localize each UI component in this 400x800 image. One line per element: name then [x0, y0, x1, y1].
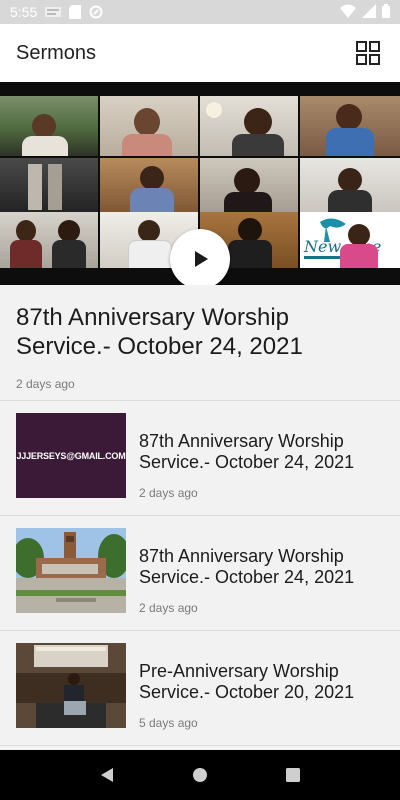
sd-card-icon	[69, 5, 82, 19]
sermon-date: 5 days ago	[139, 716, 198, 730]
svg-text:New: New	[303, 237, 341, 256]
sermon-title: 87th Anniversary Worship Service.- Octob…	[139, 431, 355, 472]
video-tile	[100, 96, 198, 156]
video-tile	[0, 158, 98, 214]
list-item[interactable]: Pre-Anniversary Worship Service.- Octobe…	[0, 631, 400, 746]
home-button[interactable]	[180, 755, 220, 795]
sermon-thumbnail: JJJERSEYS@GMAIL.COM	[16, 413, 126, 498]
video-tile	[200, 96, 298, 156]
notification-app-icon	[45, 6, 62, 18]
sermon-date: 2 days ago	[139, 601, 198, 615]
sermon-date: 2 days ago	[139, 486, 198, 500]
system-nav-bar	[0, 750, 400, 800]
featured-date: 2 days ago	[16, 377, 75, 391]
video-tile	[300, 158, 400, 214]
recents-icon	[286, 768, 301, 782]
status-left: 5:55	[10, 4, 103, 20]
video-tile	[100, 158, 198, 214]
home-icon	[192, 768, 207, 782]
status-right	[340, 3, 390, 21]
wifi-icon	[340, 4, 356, 21]
sermon-thumbnail	[16, 528, 126, 613]
sermon-title: 87th Anniversary Worship Service.- Octob…	[139, 546, 355, 587]
battery-icon	[382, 3, 390, 21]
video-tile	[0, 96, 98, 156]
pulpit-image	[16, 643, 126, 728]
recents-button[interactable]	[273, 755, 313, 795]
church-building-image	[16, 528, 126, 613]
signal-icon	[362, 3, 376, 21]
video-tile	[200, 158, 298, 214]
list-item[interactable]: 87th Anniversary Worship Service.- Octob…	[0, 516, 400, 631]
play-icon	[195, 251, 208, 267]
back-button[interactable]	[87, 755, 127, 795]
list-item[interactable]: JJJERSEYS@GMAIL.COM 87th Anniversary Wor…	[0, 401, 400, 516]
data-saver-icon	[89, 5, 103, 19]
app-bar: Sermons	[0, 24, 400, 82]
status-time: 5:55	[10, 4, 38, 20]
sermon-title: Pre-Anniversary Worship Service.- Octobe…	[139, 661, 355, 702]
page-title: Sermons	[16, 41, 97, 64]
featured-sermon-info[interactable]: 87th Anniversary Worship Service.- Octob…	[0, 285, 400, 401]
thumbnail-email-text: JJJERSEYS@GMAIL.COM	[16, 451, 126, 461]
video-tile	[0, 212, 98, 268]
play-button[interactable]	[170, 229, 230, 285]
sermon-thumbnail	[16, 643, 126, 728]
grid-view-button[interactable]	[352, 37, 384, 69]
status-bar: 5:55	[0, 0, 400, 24]
video-tile	[300, 96, 400, 156]
featured-video-thumbnail[interactable]: New ope	[0, 82, 400, 285]
featured-title: 87th Anniversary Worship Service.- Octob…	[16, 304, 303, 360]
church-logo-tile: New ope	[300, 212, 400, 268]
back-icon	[100, 768, 113, 782]
grid-view-icon	[356, 41, 380, 65]
